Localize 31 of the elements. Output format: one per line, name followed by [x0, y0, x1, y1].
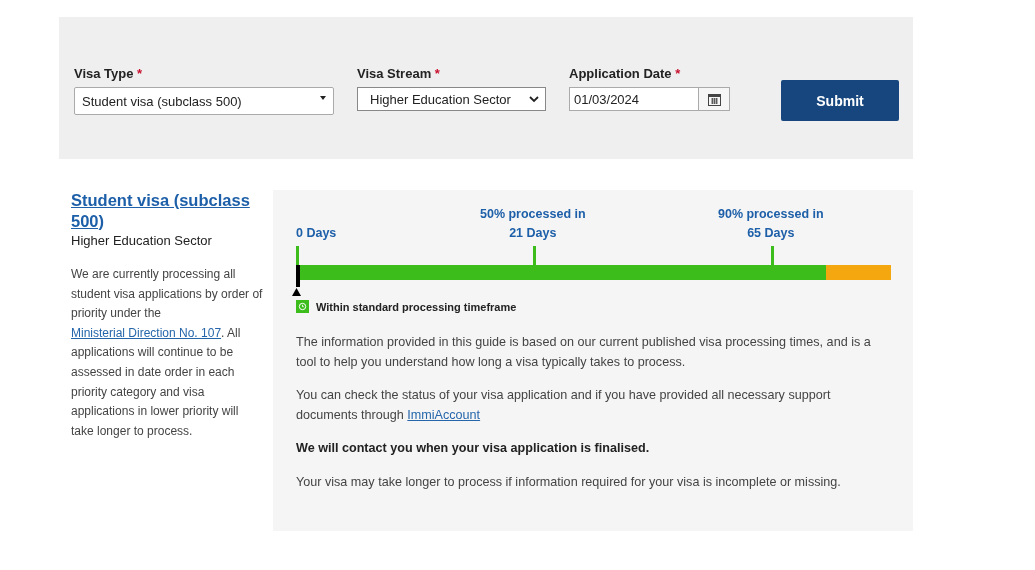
visa-type-select[interactable]: Student visa (subclass 500)	[74, 87, 334, 115]
field-label: Visa Stream *	[357, 66, 441, 81]
immiaccount-link[interactable]: ImmiAccount	[407, 407, 481, 422]
required-mark: *	[137, 66, 143, 81]
info-paragraph: We will contact you when your visa application is finalised.	[296, 440, 651, 458]
caret-icon	[320, 96, 326, 100]
calendar-button[interactable]	[699, 87, 730, 111]
required-mark: *	[675, 66, 681, 81]
field-label: Visa Type *	[74, 66, 144, 81]
info-paragraph: Your visa may take longer to process if information required for your visa is incomplete or missing.	[296, 473, 842, 491]
date-field[interactable]: 01/03/2024	[569, 87, 699, 111]
required-mark: *	[434, 66, 440, 81]
visa-stream-text: Higher Education Sector	[71, 233, 213, 248]
milestone-label: 0 Days	[296, 225, 337, 242]
info-paragraph: You can check the status of your visa application and if you have provided all necessary support documents through ImmiAccount	[296, 387, 832, 424]
priority-paragraph: We are currently processing all student visa applications by order of priority under the Ministerial Direction No. 107. All applications will continue to be assessed in date order in each priority category and visa applications in lower priority will take longer to process.	[71, 266, 263, 440]
submit-button[interactable]: Submit	[781, 80, 899, 121]
ministerial-direction-link[interactable]: Ministerial Direction No. 107	[71, 325, 222, 340]
milestone-label: 90% processed in 65 Days	[718, 206, 824, 242]
calendar-icon	[707, 92, 721, 106]
info-paragraph: The information provided in this guide is based on our current published visa processing times, and is a tool to help you understand how long a visa typically takes to process.	[296, 334, 872, 371]
milestone-tick	[532, 246, 536, 265]
field-label: Application Date *	[569, 66, 682, 81]
clock-icon	[296, 300, 309, 313]
milestone-label: 50% processed in 21 Days	[480, 206, 586, 242]
milestone-tick	[770, 246, 774, 265]
legend-label: Within standard processing timeframe	[316, 300, 517, 313]
visa-title-link[interactable]: Student visa (subclass 500)	[71, 190, 263, 232]
visa-stream-select[interactable]: Higher Education Sector	[357, 87, 546, 111]
milestone-tick	[296, 246, 299, 265]
chevron-icon	[529, 95, 539, 103]
